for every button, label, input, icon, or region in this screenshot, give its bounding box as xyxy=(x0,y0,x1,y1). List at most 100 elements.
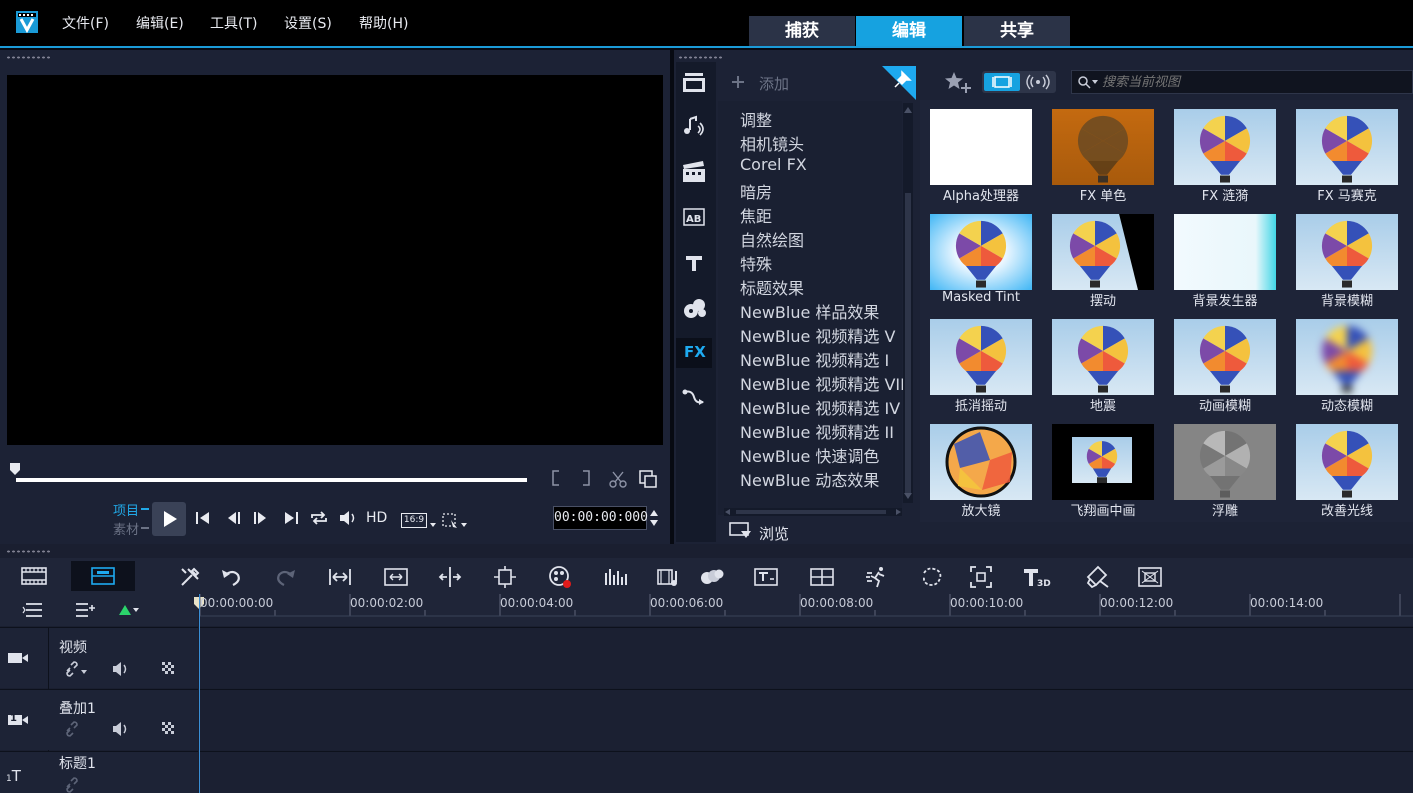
redo-icon[interactable] xyxy=(274,565,298,589)
play-button[interactable] xyxy=(152,502,186,536)
3d-title-icon[interactable]: 3D xyxy=(1023,565,1051,589)
menu-edit[interactable]: 编辑(E) xyxy=(136,13,184,33)
previous-frame-button[interactable] xyxy=(225,509,243,527)
mark-in-icon[interactable] xyxy=(550,469,562,487)
mark-out-icon[interactable] xyxy=(580,469,592,487)
video-track-header[interactable] xyxy=(0,627,198,688)
fit-window-icon[interactable] xyxy=(384,565,408,589)
track-manager-icon[interactable] xyxy=(22,601,44,619)
category-item[interactable]: NewBlue 视频精选 IV xyxy=(740,395,900,419)
graphic-icon[interactable] xyxy=(682,297,708,319)
menu-help[interactable]: 帮助(H) xyxy=(359,13,408,33)
split-icon[interactable] xyxy=(438,565,462,589)
video-track-lane[interactable] xyxy=(200,627,1413,688)
effect-thumbnail[interactable]: FX 涟漪 xyxy=(1166,104,1286,208)
fx-filter-tab[interactable]: FX xyxy=(676,338,712,368)
time-remapping-icon[interactable] xyxy=(865,565,889,589)
motion-tracking-icon[interactable] xyxy=(700,565,724,589)
effect-thumbnail[interactable]: Masked Tint xyxy=(922,209,1042,313)
record-capture-icon[interactable] xyxy=(548,565,572,589)
project-mode-label[interactable]: 项目 xyxy=(113,500,139,519)
category-item[interactable]: Corel FX xyxy=(740,155,807,174)
scrub-handle[interactable] xyxy=(9,462,21,476)
add-marker-icon[interactable] xyxy=(117,603,141,617)
repeat-button[interactable] xyxy=(309,509,329,527)
effect-thumbnail[interactable]: Alpha处理器 xyxy=(922,104,1042,208)
pin-panel-icon[interactable] xyxy=(882,66,916,100)
scissors-icon[interactable] xyxy=(608,469,628,489)
browse-button[interactable]: 浏览 xyxy=(759,523,789,544)
effect-thumbnail[interactable]: 摆动 xyxy=(1044,209,1164,313)
media-icon[interactable] xyxy=(682,71,706,93)
track-visibility-icon[interactable] xyxy=(162,662,176,676)
overlay-track-header[interactable] xyxy=(0,689,198,750)
category-item[interactable]: NewBlue 样品效果 xyxy=(740,299,879,323)
category-item[interactable]: NewBlue 视频精选 V xyxy=(740,323,895,347)
mask-creator-icon[interactable] xyxy=(920,565,944,589)
category-item[interactable]: NewBlue 快速调色 xyxy=(740,443,879,467)
add-folder-button[interactable]: 添加 xyxy=(759,73,789,94)
storyboard-view-button[interactable] xyxy=(21,566,47,586)
go-to-start-button[interactable] xyxy=(194,509,212,527)
auto-music-icon[interactable] xyxy=(657,565,681,589)
category-item[interactable]: 自然绘图 xyxy=(740,227,804,251)
menu-tools[interactable]: 工具(T) xyxy=(210,13,257,33)
tab-edit[interactable]: 编辑 xyxy=(856,16,962,46)
effect-thumbnail[interactable]: 动态模糊 xyxy=(1288,314,1408,418)
timecode-stepper[interactable] xyxy=(648,507,660,529)
hd-preview-button[interactable]: HD xyxy=(366,510,387,526)
category-item[interactable]: 特殊 xyxy=(740,251,772,275)
menu-file[interactable]: 文件(F) xyxy=(62,13,109,33)
scrub-bar[interactable] xyxy=(16,478,527,482)
search-input[interactable] xyxy=(1102,72,1402,92)
pan-zoom-icon[interactable] xyxy=(969,565,993,589)
undo-icon[interactable] xyxy=(219,565,243,589)
effect-thumbnail[interactable]: 抵消摇动 xyxy=(922,314,1042,418)
aspect-ratio-button[interactable]: 16:9 xyxy=(401,513,427,528)
timecode-display[interactable]: 00:00:00:000 xyxy=(553,506,648,530)
track-volume-icon[interactable] xyxy=(111,661,131,677)
aspect-dropdown-icon[interactable] xyxy=(429,522,437,528)
ripple-link-icon[interactable] xyxy=(64,661,88,677)
add-to-favorites-icon[interactable] xyxy=(944,70,972,94)
library-panel-grip[interactable] xyxy=(678,56,722,59)
music-icon[interactable] xyxy=(682,115,706,137)
effect-thumbnail[interactable]: 动画模糊 xyxy=(1166,314,1286,418)
tools-icon[interactable] xyxy=(178,565,202,589)
ripple-link-icon[interactable] xyxy=(64,721,80,737)
tab-capture[interactable]: 捕获 xyxy=(749,16,855,46)
effect-thumbnail[interactable]: 地震 xyxy=(1044,314,1164,418)
effect-thumbnail[interactable]: 放大镜 xyxy=(922,419,1042,523)
search-box[interactable] xyxy=(1071,70,1413,94)
player-panel-grip[interactable] xyxy=(6,56,50,59)
menu-settings[interactable]: 设置(S) xyxy=(284,13,332,33)
track-visibility-icon[interactable] xyxy=(162,722,176,736)
audio-mixer-icon[interactable] xyxy=(603,565,627,589)
ripple-link-icon[interactable] xyxy=(64,777,80,793)
effect-thumbnail[interactable]: 背景模糊 xyxy=(1288,209,1408,313)
trim-icon[interactable] xyxy=(493,565,517,589)
transform-tool-button[interactable] xyxy=(441,512,467,530)
category-item[interactable]: NewBlue 视频精选 II xyxy=(740,419,894,443)
category-item[interactable]: 调整 xyxy=(740,107,772,131)
category-item[interactable]: NewBlue 视频精选 I xyxy=(740,347,889,371)
go-to-end-button[interactable] xyxy=(282,509,300,527)
category-item[interactable]: NewBlue 动态效果 xyxy=(740,467,879,491)
category-item[interactable]: 焦距 xyxy=(740,203,772,227)
effect-thumbnail[interactable]: 改善光线 xyxy=(1288,419,1408,523)
instant-project-icon[interactable] xyxy=(682,160,706,184)
timeline-view-button[interactable] xyxy=(71,561,135,591)
category-horizontal-scrollbar[interactable] xyxy=(724,508,902,516)
effect-thumbnail[interactable]: FX 马赛克 xyxy=(1288,104,1408,208)
title-icon[interactable] xyxy=(684,253,704,273)
category-item[interactable]: NewBlue 视频精选 VII xyxy=(740,371,905,395)
clip-mode-label[interactable]: 素材 xyxy=(113,519,139,538)
browse-icon[interactable] xyxy=(729,521,753,541)
category-vertical-scrollbar[interactable] xyxy=(903,103,913,503)
tab-share[interactable]: 共享 xyxy=(964,16,1070,46)
effect-thumbnail[interactable]: 背景发生器 xyxy=(1166,209,1286,313)
effect-thumbnail[interactable]: 浮雕 xyxy=(1166,419,1286,523)
timeline-panel-grip[interactable] xyxy=(6,550,50,553)
chapter-point-icon[interactable] xyxy=(75,601,97,619)
fit-project-icon[interactable] xyxy=(328,565,352,589)
